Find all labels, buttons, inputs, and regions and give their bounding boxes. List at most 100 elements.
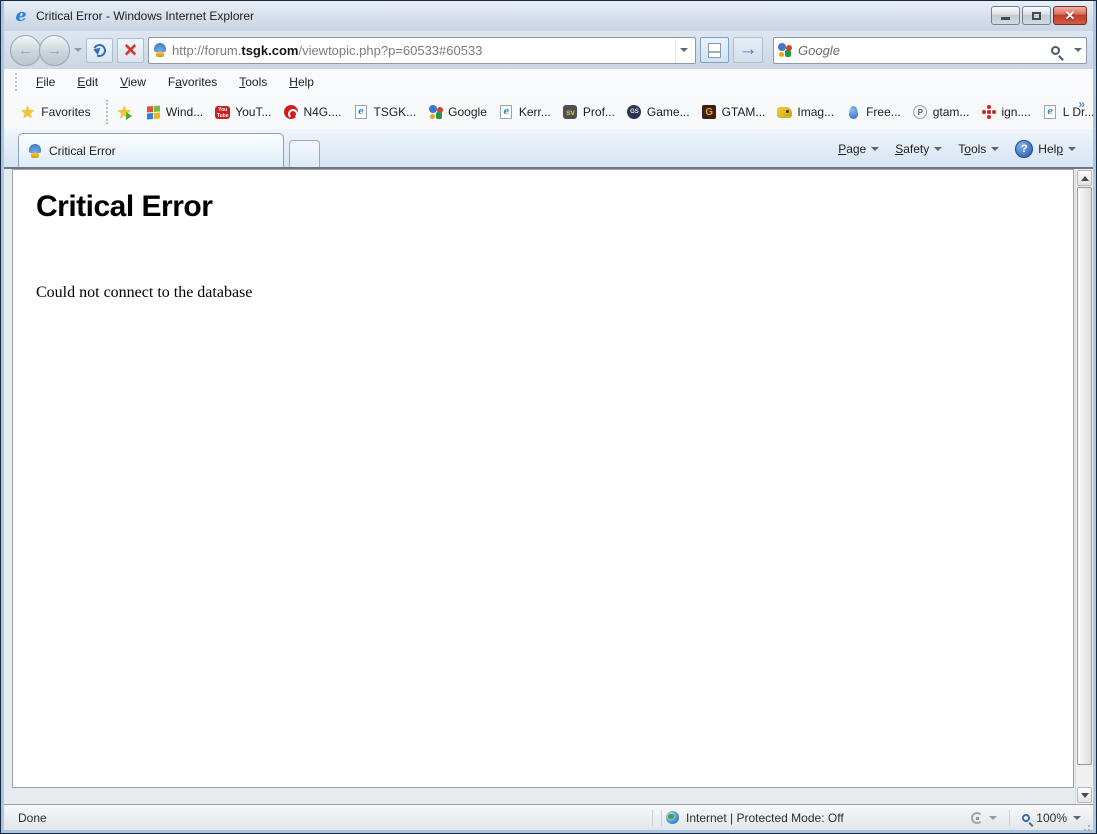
ie-logo-icon: e <box>12 7 30 25</box>
compatibility-view-button[interactable] <box>700 37 729 63</box>
window-title: Critical Error - Windows Internet Explor… <box>36 9 254 23</box>
scrollbar-thumb[interactable] <box>1077 187 1092 765</box>
minimize-icon <box>1001 17 1010 20</box>
ign-icon <box>981 105 996 120</box>
favorite-item-ign[interactable]: ign.... <box>975 101 1036 124</box>
stop-icon: × <box>124 39 137 61</box>
favorite-item-prof[interactable]: svProf... <box>557 101 621 124</box>
favorite-item-kerr[interactable]: eKerr... <box>493 101 557 124</box>
tab-title: Critical Error <box>49 144 116 158</box>
ie-page-icon: e <box>499 105 514 120</box>
status-bar: Done Internet | Protected Mode: Off 100% <box>4 804 1093 830</box>
favorite-item-gtam[interactable]: GGTAM... <box>696 101 772 124</box>
stop-button[interactable]: × <box>117 38 144 63</box>
vertical-scrollbar[interactable] <box>1075 169 1093 804</box>
tools-menu-button[interactable]: Tools <box>951 138 1006 160</box>
ie-page-icon: e <box>1043 105 1058 120</box>
chevron-down-icon <box>871 147 879 151</box>
favorite-item-google[interactable]: Google <box>422 101 493 124</box>
internet-zone-icon <box>666 811 679 824</box>
tab-critical-error[interactable]: Critical Error <box>18 133 284 167</box>
search-input[interactable]: Google <box>798 43 1045 58</box>
close-button[interactable]: ✕ <box>1053 6 1087 25</box>
page-title: Critical Error <box>36 190 1050 224</box>
favorite-item-imag[interactable]: Imag... <box>771 101 840 124</box>
history-dropdown-icon[interactable] <box>74 48 82 52</box>
help-icon: ? <box>1015 140 1033 158</box>
menu-help[interactable]: Help <box>278 72 325 92</box>
tab-favicon <box>28 144 42 158</box>
menu-bar: File Edit View Favorites Tools Help <box>4 69 1093 95</box>
resize-grip[interactable] <box>1088 825 1090 827</box>
scroll-down-button[interactable] <box>1077 787 1092 803</box>
p-badge-icon: P <box>913 105 928 120</box>
zoom-level: 100% <box>1036 811 1067 825</box>
menu-file[interactable]: File <box>25 72 66 92</box>
safety-menu-button[interactable]: Safety <box>888 138 949 160</box>
menu-tools[interactable]: Tools <box>228 72 278 92</box>
n4g-icon <box>283 105 298 120</box>
zoom-control[interactable]: 100% <box>1014 811 1089 825</box>
zone-text: Internet | Protected Mode: Off <box>686 811 844 825</box>
browser-window: e Critical Error - Windows Internet Expl… <box>0 0 1097 834</box>
address-bar[interactable]: http://forum.tsgk.com/viewtopic.php?p=60… <box>148 37 696 64</box>
favorite-item-n4g[interactable]: N4G.... <box>277 101 347 124</box>
maximize-button[interactable] <box>1022 6 1051 25</box>
status-text: Done <box>8 811 648 825</box>
favorites-overflow-chevron[interactable]: » <box>1078 97 1085 111</box>
scroll-up-button[interactable] <box>1077 170 1092 186</box>
drag-grip <box>106 100 108 124</box>
back-button[interactable]: ← <box>10 35 41 66</box>
security-report-icon <box>971 812 983 824</box>
menu-view[interactable]: View <box>109 72 157 92</box>
favorite-item-windows[interactable]: Wind... <box>140 101 209 124</box>
favorite-item-youtube[interactable]: YouTubeYouT... <box>209 101 277 124</box>
titlebar: e Critical Error - Windows Internet Expl… <box>4 1 1093 31</box>
google-icon <box>428 105 443 120</box>
search-dropdown-icon[interactable] <box>1074 48 1082 52</box>
tab-bar: Critical Error Page Safety Tools ?Help <box>4 129 1093 169</box>
maximize-icon <box>1032 12 1041 20</box>
minimize-button[interactable] <box>991 6 1020 25</box>
search-icon[interactable] <box>1051 46 1060 55</box>
go-button[interactable]: → <box>733 37 763 63</box>
url-text[interactable]: http://forum.tsgk.com/viewtopic.php?p=60… <box>172 43 670 58</box>
divider <box>661 810 662 826</box>
arrow-up-icon <box>1081 176 1089 181</box>
divider <box>1009 810 1010 826</box>
refresh-button[interactable] <box>86 38 113 63</box>
chevron-down-icon <box>1073 816 1081 820</box>
security-report-pane[interactable] <box>963 812 1005 824</box>
broken-page-icon <box>708 43 721 58</box>
security-zone[interactable]: Internet | Protected Mode: Off <box>666 811 916 825</box>
arrow-down-icon <box>1081 793 1089 798</box>
windows-icon <box>146 105 161 120</box>
menu-edit[interactable]: Edit <box>66 72 109 92</box>
chevron-down-icon <box>989 816 997 820</box>
favorite-item-tsgk[interactable]: eTSGK... <box>347 101 422 124</box>
gta-icon: G <box>702 105 717 120</box>
favorite-item-gtamp[interactable]: Pgtam... <box>907 101 976 124</box>
help-menu-button[interactable]: ?Help <box>1008 136 1083 162</box>
favorite-item-ldr[interactable]: eL Dr... <box>1037 101 1097 124</box>
favorite-item-free[interactable]: Free... <box>840 101 907 124</box>
address-dropdown-icon[interactable] <box>675 39 691 62</box>
forward-button[interactable]: → <box>39 35 70 66</box>
favorites-button-label: Favorites <box>41 105 90 119</box>
sv-icon: sv <box>563 105 578 120</box>
ie-page-icon: e <box>353 105 368 120</box>
browser-viewport: Critical Error Could not connect to the … <box>4 169 1093 804</box>
favorite-item-game[interactable]: GSGame... <box>621 101 696 124</box>
page-menu-button[interactable]: Page <box>831 138 886 160</box>
close-icon: ✕ <box>1065 9 1076 22</box>
new-tab-button[interactable] <box>289 140 320 167</box>
favorites-star-icon: ★ <box>20 104 35 121</box>
favorites-button[interactable]: ★ Favorites <box>10 100 101 125</box>
chevron-down-icon <box>1068 147 1076 151</box>
chevron-down-icon <box>934 147 942 151</box>
web-page: Critical Error Could not connect to the … <box>12 169 1074 788</box>
search-box[interactable]: Google <box>773 37 1087 64</box>
menu-favorites[interactable]: Favorites <box>157 72 228 92</box>
command-bar: Page Safety Tools ?Help <box>814 136 1083 162</box>
add-to-favorites-bar-icon[interactable]: ★ <box>117 104 132 121</box>
